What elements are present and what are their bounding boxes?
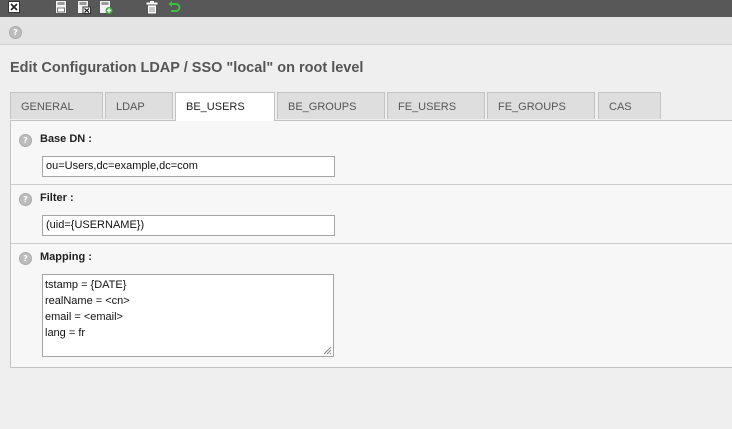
help-icon[interactable]: ? xyxy=(19,134,32,147)
tab-fe-groups[interactable]: FE_GROUPS xyxy=(487,92,595,119)
save-close-icon xyxy=(77,0,91,14)
section-divider xyxy=(11,243,732,244)
tab-be-users[interactable]: BE_USERS xyxy=(175,92,275,121)
save-icon xyxy=(55,0,67,14)
save-close-button[interactable] xyxy=(77,0,91,14)
save-new-icon xyxy=(99,0,113,14)
save-new-button[interactable] xyxy=(99,0,113,14)
filter-input[interactable]: (uid={USERNAME}) xyxy=(42,215,335,236)
mapping-line: realName = <cn> xyxy=(45,295,130,307)
tab-general[interactable]: GENERAL xyxy=(10,92,103,119)
base-dn-input[interactable]: ou=Users,dc=example,dc=com xyxy=(42,156,335,177)
close-button[interactable] xyxy=(7,0,21,14)
context-bar: ? xyxy=(0,17,732,45)
doc-toolbar xyxy=(0,0,732,17)
tab-cas[interactable]: CAS xyxy=(598,92,661,119)
resize-grip-icon[interactable] xyxy=(323,346,332,355)
page-title: Edit Configuration LDAP / SSO "local" on… xyxy=(10,60,364,76)
help-icon[interactable]: ? xyxy=(9,26,22,39)
mapping-textarea[interactable]: tstamp = {DATE} realName = <cn> email = … xyxy=(42,274,334,357)
section-divider xyxy=(11,184,732,185)
tab-panel-be-users: ? Base DN : ou=Users,dc=example,dc=com ?… xyxy=(10,120,732,368)
filter-label: Filter : xyxy=(40,192,74,204)
help-icon[interactable]: ? xyxy=(19,193,32,206)
save-button[interactable] xyxy=(54,0,68,14)
tab-fe-users[interactable]: FE_USERS xyxy=(387,92,485,119)
tab-be-groups[interactable]: BE_GROUPS xyxy=(277,92,385,119)
delete-button[interactable] xyxy=(145,0,159,14)
mapping-label: Mapping : xyxy=(40,251,92,263)
mapping-line: lang = fr xyxy=(45,327,86,339)
mapping-line: email = <email> xyxy=(45,311,123,323)
undo-button[interactable] xyxy=(167,0,181,14)
close-icon xyxy=(8,1,20,13)
help-icon[interactable]: ? xyxy=(19,252,32,265)
delete-icon xyxy=(146,0,158,13)
mapping-line: tstamp = {DATE} xyxy=(45,279,127,291)
tab-ldap[interactable]: LDAP xyxy=(105,92,173,119)
undo-icon xyxy=(168,0,180,12)
base-dn-label: Base DN : xyxy=(40,133,92,145)
